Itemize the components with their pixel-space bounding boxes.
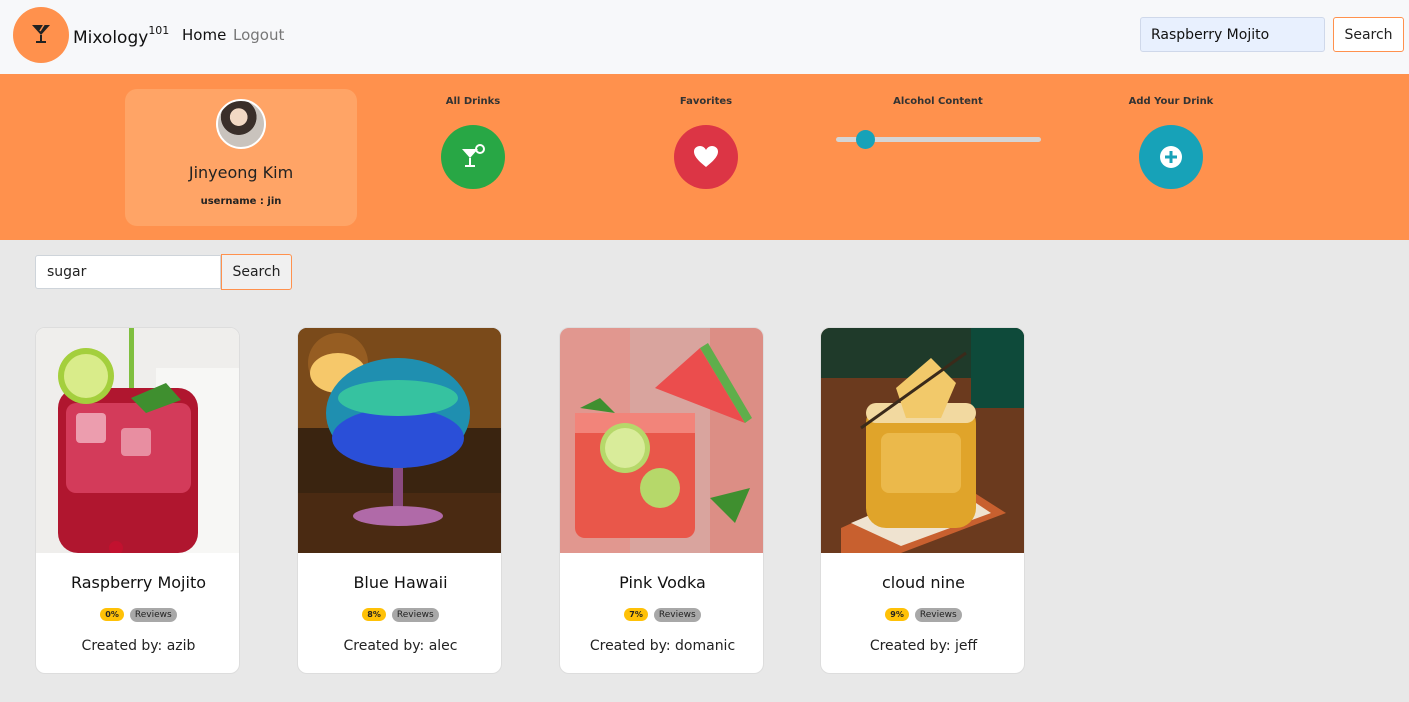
brand-superscript: 101 <box>148 24 170 37</box>
card-title: Blue Hawaii <box>353 573 448 592</box>
alcohol-badge: 0% <box>100 608 124 621</box>
ingredient-search-input[interactable] <box>35 255 221 289</box>
add-drink-label: Add Your Drink <box>1128 96 1214 107</box>
card-badges: 8% Reviews <box>298 604 501 623</box>
ingredient-search-button[interactable]: Search <box>221 254 292 290</box>
logo[interactable] <box>13 7 69 63</box>
drink-card[interactable]: Raspberry Mojito 0% Reviews Created by: a… <box>35 327 240 674</box>
favorites-label: Favorites <box>679 96 733 107</box>
card-badges: 9% Reviews <box>821 604 1024 623</box>
drink-image[interactable] <box>36 328 240 553</box>
profile-name: Jinyeong Kim <box>188 163 294 182</box>
avatar <box>216 99 266 149</box>
cocktail-icon <box>462 144 485 167</box>
heart-icon <box>694 146 718 167</box>
drink-image[interactable] <box>821 328 1025 553</box>
plus-circle-icon <box>1160 146 1182 168</box>
card-creator: Created by: azib <box>81 638 196 654</box>
nav-logout-link[interactable]: Logout <box>233 26 284 44</box>
card-title: cloud nine <box>882 573 965 592</box>
drink-image[interactable] <box>560 328 764 553</box>
favorites-button[interactable] <box>674 125 738 189</box>
card-title: Pink Vodka <box>619 573 706 592</box>
profile-card: Jinyeong Kim username : jin <box>125 89 357 226</box>
drink-card[interactable]: Blue Hawaii 8% Reviews Created by: alec <box>297 327 502 674</box>
alcohol-content-label: Alcohol Content <box>893 96 983 107</box>
top-search-button[interactable]: Search <box>1333 17 1404 52</box>
card-creator: Created by: alec <box>343 638 458 654</box>
card-badges: 7% Reviews <box>560 604 763 623</box>
drink-card[interactable]: cloud nine 9% Reviews Created by: jeff <box>820 327 1025 674</box>
top-search-input[interactable] <box>1140 17 1325 52</box>
alcohol-badge: 9% <box>885 608 909 621</box>
card-title: Raspberry Mojito <box>70 573 207 592</box>
profile-username: username : jin <box>200 196 282 207</box>
reviews-badge[interactable]: Reviews <box>653 607 701 622</box>
profile-banner: Jinyeong Kim username : jin All Drinks F… <box>0 74 1409 240</box>
all-drinks-label: All Drinks <box>445 96 501 107</box>
cocktail-glass-icon <box>32 23 50 43</box>
card-creator: Created by: jeff <box>869 638 978 654</box>
nav-home-link[interactable]: Home <box>182 26 226 44</box>
navbar: Mixology101 Home Logout Search <box>0 0 1409 74</box>
reviews-badge[interactable]: Reviews <box>914 607 962 622</box>
card-badges: 0% Reviews <box>36 604 239 623</box>
brand-title[interactable]: Mixology101 <box>73 24 169 48</box>
alcohol-badge: 8% <box>362 608 386 621</box>
reviews-badge[interactable]: Reviews <box>391 607 439 622</box>
add-drink-button[interactable] <box>1139 125 1203 189</box>
drink-image[interactable] <box>298 328 502 553</box>
drink-card[interactable]: Pink Vodka 7% Reviews Created by: domanic <box>559 327 764 674</box>
reviews-badge[interactable]: Reviews <box>129 607 177 622</box>
alcohol-badge: 7% <box>624 608 648 621</box>
brand-name: Mixology <box>73 28 149 48</box>
slider-handle[interactable] <box>856 130 875 149</box>
all-drinks-button[interactable] <box>441 125 505 189</box>
card-creator: Created by: domanic <box>589 638 736 654</box>
